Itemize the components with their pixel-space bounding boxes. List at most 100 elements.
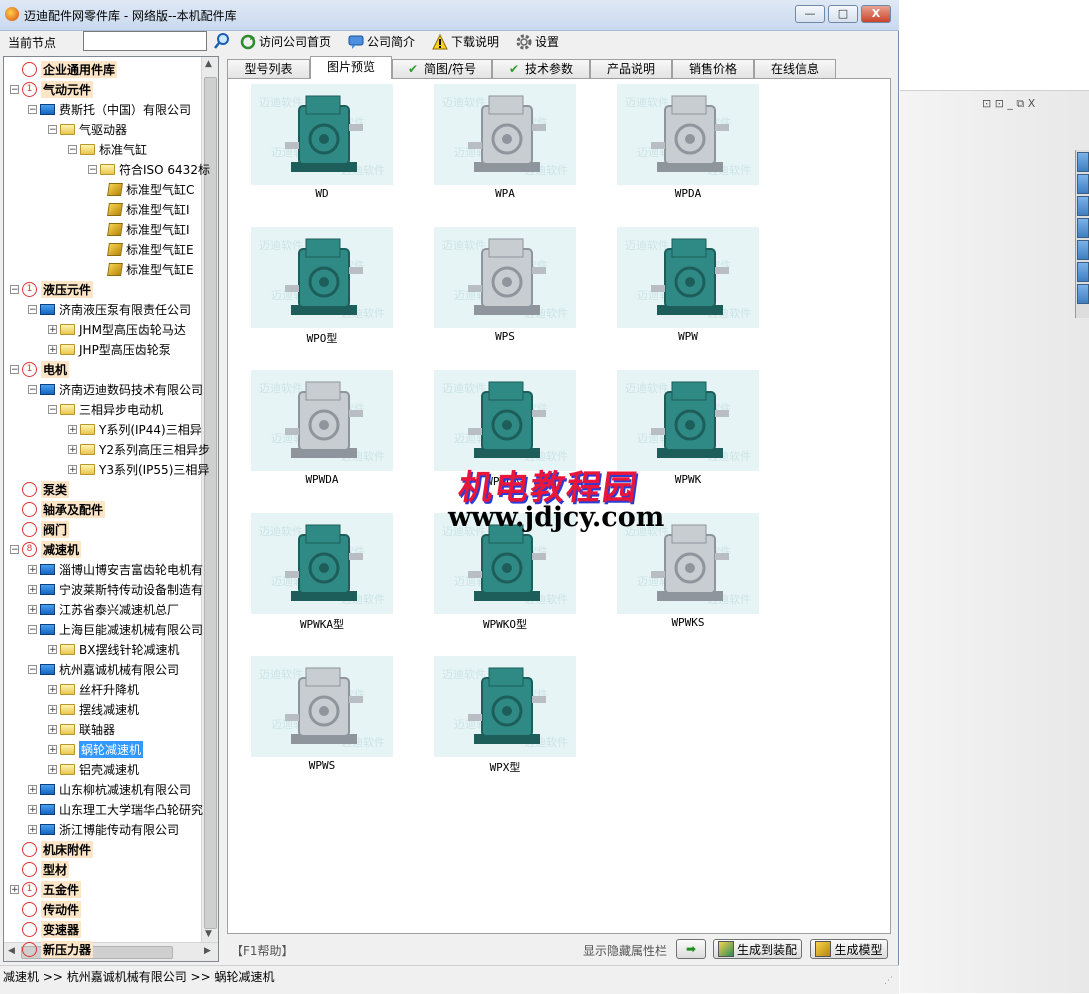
tree-node[interactable]: 标准型气缸E bbox=[107, 239, 194, 259]
taskpane-tab-icon[interactable] bbox=[1077, 152, 1089, 172]
tree-node[interactable]: + 山东柳杭减速机有限公司 bbox=[28, 779, 191, 799]
tree-node[interactable]: − 济南迈迪数码技术有限公司 bbox=[28, 379, 203, 399]
tree-vertical-scrollbar[interactable]: ▲ ▼ bbox=[201, 57, 218, 943]
tree-node[interactable]: + JHP型高压齿轮泵 bbox=[48, 339, 171, 359]
category-tree[interactable]: ▲ ▼ ◀ ▶ 企业通用件库 −1 气动元件 − 费斯托（中国）有限公司 − 气驱动器 − 标准… bbox=[3, 56, 219, 962]
expand-toggle-icon[interactable]: + bbox=[48, 704, 57, 714]
product-thumbnail[interactable]: 迈迪软件迈迪软件迈迪软件迈迪软件 bbox=[434, 656, 576, 757]
expand-toggle-icon[interactable]: + bbox=[28, 584, 37, 594]
expand-toggle-icon[interactable]: − bbox=[88, 164, 97, 174]
tree-node[interactable]: −1 气动元件 bbox=[10, 79, 94, 99]
color-icon[interactable] bbox=[1077, 262, 1089, 282]
search-button[interactable] bbox=[214, 33, 230, 49]
expand-toggle-icon[interactable]: + bbox=[28, 804, 37, 814]
tree-node[interactable]: 标准型气缸I bbox=[107, 199, 190, 219]
tree-node[interactable]: 轴承及配件 bbox=[10, 499, 106, 519]
expand-toggle-icon[interactable]: − bbox=[68, 144, 77, 154]
tree-node[interactable]: − 杭州嘉诚机械有限公司 bbox=[28, 659, 179, 679]
tree-node[interactable]: 阀门 bbox=[10, 519, 70, 539]
scroll-up-icon[interactable]: ▲ bbox=[205, 59, 212, 69]
tree-node[interactable]: 新压力器 bbox=[10, 939, 94, 959]
expand-toggle-icon[interactable]: − bbox=[10, 84, 19, 94]
tree-node[interactable]: + 联轴器 bbox=[48, 719, 115, 739]
expand-toggle-icon[interactable]: + bbox=[48, 744, 57, 754]
toggle-props-button[interactable]: ➡ bbox=[676, 939, 706, 959]
expand-toggle-icon[interactable]: + bbox=[48, 324, 57, 334]
parts-icon[interactable] bbox=[1077, 196, 1089, 216]
product-thumbnail[interactable]: 迈迪软件迈迪软件迈迪软件迈迪软件 bbox=[434, 370, 576, 471]
tree-node[interactable]: − 费斯托（中国）有限公司 bbox=[28, 99, 191, 119]
f1-help-label[interactable]: 【F1帮助】 bbox=[231, 942, 294, 959]
tree-node[interactable]: + Y3系列(IP55)三相异 bbox=[68, 459, 209, 479]
tree-node[interactable]: 变速器 bbox=[10, 919, 82, 939]
tree-node[interactable]: − 气驱动器 bbox=[48, 119, 127, 139]
tab-model-list[interactable]: 型号列表 bbox=[227, 59, 310, 78]
company-intro-button[interactable]: 公司简介 bbox=[348, 33, 415, 50]
tree-node[interactable]: + 丝杆升降机 bbox=[48, 679, 139, 699]
expand-toggle-icon[interactable]: + bbox=[48, 724, 57, 734]
tree-scroll-thumb[interactable] bbox=[204, 77, 217, 929]
tree-node[interactable]: + 江苏省泰兴减速机总厂 bbox=[28, 599, 179, 619]
product-thumbnail[interactable]: 迈迪软件迈迪软件迈迪软件迈迪软件 bbox=[617, 370, 759, 471]
folder-icon[interactable] bbox=[1077, 218, 1089, 238]
cad-taskpane-tabs[interactable] bbox=[1075, 150, 1089, 318]
product-thumbnail[interactable]: 迈迪软件迈迪软件迈迪软件迈迪软件 bbox=[617, 227, 759, 328]
expand-toggle-icon[interactable]: + bbox=[10, 884, 19, 894]
tab-tech-params[interactable]: ✔ 技术参数 bbox=[492, 59, 590, 78]
tab-diagram-symbol[interactable]: ✔ 简图/符号 bbox=[392, 59, 492, 78]
expand-toggle-icon[interactable]: + bbox=[48, 684, 57, 694]
scroll-right-icon[interactable]: ▶ bbox=[204, 946, 211, 956]
expand-toggle-icon[interactable]: + bbox=[48, 764, 57, 774]
expand-toggle-icon[interactable]: + bbox=[68, 464, 77, 474]
tree-node[interactable]: 标准型气缸C bbox=[107, 179, 194, 199]
expand-toggle-icon[interactable]: − bbox=[28, 664, 37, 674]
expand-toggle-icon[interactable]: + bbox=[28, 564, 37, 574]
tree-node[interactable]: − 济南液压泵有限责任公司 bbox=[28, 299, 191, 319]
maximize-button[interactable]: □ bbox=[828, 5, 858, 23]
tree-node[interactable]: 泵类 bbox=[10, 479, 70, 499]
tree-node[interactable]: − 三相异步电动机 bbox=[48, 399, 163, 419]
tree-node[interactable]: 传动件 bbox=[10, 899, 82, 919]
tree-node[interactable]: −1 电机 bbox=[10, 359, 70, 379]
product-thumbnail[interactable]: 迈迪软件迈迪软件迈迪软件迈迪软件 bbox=[251, 656, 393, 757]
close-button[interactable]: X bbox=[861, 5, 891, 23]
expand-toggle-icon[interactable]: − bbox=[10, 364, 19, 374]
tree-node[interactable]: 企业通用件库 bbox=[10, 59, 118, 79]
tab-image-preview[interactable]: 图片预览 bbox=[310, 56, 392, 79]
expand-toggle-icon[interactable]: − bbox=[28, 104, 37, 114]
tree-node[interactable]: + Y2系列高压三相异步 bbox=[68, 439, 210, 459]
minimize-button[interactable]: — bbox=[795, 5, 825, 23]
product-thumbnail[interactable]: 迈迪软件迈迪软件迈迪软件迈迪软件 bbox=[434, 84, 576, 185]
tree-node[interactable]: 型材 bbox=[10, 859, 70, 879]
resize-grip-icon[interactable]: ⋰ bbox=[884, 976, 893, 986]
tab-sales-price[interactable]: 销售价格 bbox=[672, 59, 754, 78]
tree-node[interactable]: + 摆线减速机 bbox=[48, 699, 139, 719]
generate-model-button[interactable]: 生成模型 bbox=[810, 939, 888, 959]
tree-node[interactable]: + 山东理工大学瑞华凸轮研究 bbox=[28, 799, 203, 819]
home-icon[interactable] bbox=[1077, 174, 1089, 194]
product-thumbnail[interactable]: 迈迪软件迈迪软件迈迪软件迈迪软件 bbox=[251, 227, 393, 328]
scroll-down-icon[interactable]: ▼ bbox=[205, 929, 212, 939]
product-thumbnail[interactable]: 迈迪软件迈迪软件迈迪软件迈迪软件 bbox=[251, 370, 393, 471]
visit-home-button[interactable]: 访问公司首页 bbox=[240, 33, 331, 50]
tree-node[interactable]: 机床附件 bbox=[10, 839, 94, 859]
current-node-input[interactable] bbox=[83, 31, 207, 51]
expand-toggle-icon[interactable]: − bbox=[10, 284, 19, 294]
expand-toggle-icon[interactable]: + bbox=[28, 824, 37, 834]
tree-node[interactable]: −1 液压元件 bbox=[10, 279, 94, 299]
tree-node[interactable]: + JHM型高压齿轮马达 bbox=[48, 319, 186, 339]
tree-node[interactable]: + 铝壳减速机 bbox=[48, 759, 139, 779]
expand-toggle-icon[interactable]: + bbox=[28, 604, 37, 614]
product-thumbnail[interactable]: 迈迪软件迈迪软件迈迪软件迈迪软件 bbox=[251, 84, 393, 185]
expand-toggle-icon[interactable]: − bbox=[28, 384, 37, 394]
expand-toggle-icon[interactable]: + bbox=[68, 424, 77, 434]
tree-node[interactable]: + BX摆线针轮减速机 bbox=[48, 639, 179, 659]
expand-toggle-icon[interactable]: − bbox=[28, 624, 37, 634]
expand-toggle-icon[interactable]: − bbox=[48, 404, 57, 414]
tree-node[interactable]: 标准型气缸I bbox=[107, 219, 190, 239]
tree-node[interactable]: +1 五金件 bbox=[10, 879, 82, 899]
expand-toggle-icon[interactable]: − bbox=[48, 124, 57, 134]
expand-toggle-icon[interactable]: + bbox=[68, 444, 77, 454]
list-icon[interactable] bbox=[1077, 240, 1089, 260]
expand-toggle-icon[interactable]: + bbox=[48, 644, 57, 654]
